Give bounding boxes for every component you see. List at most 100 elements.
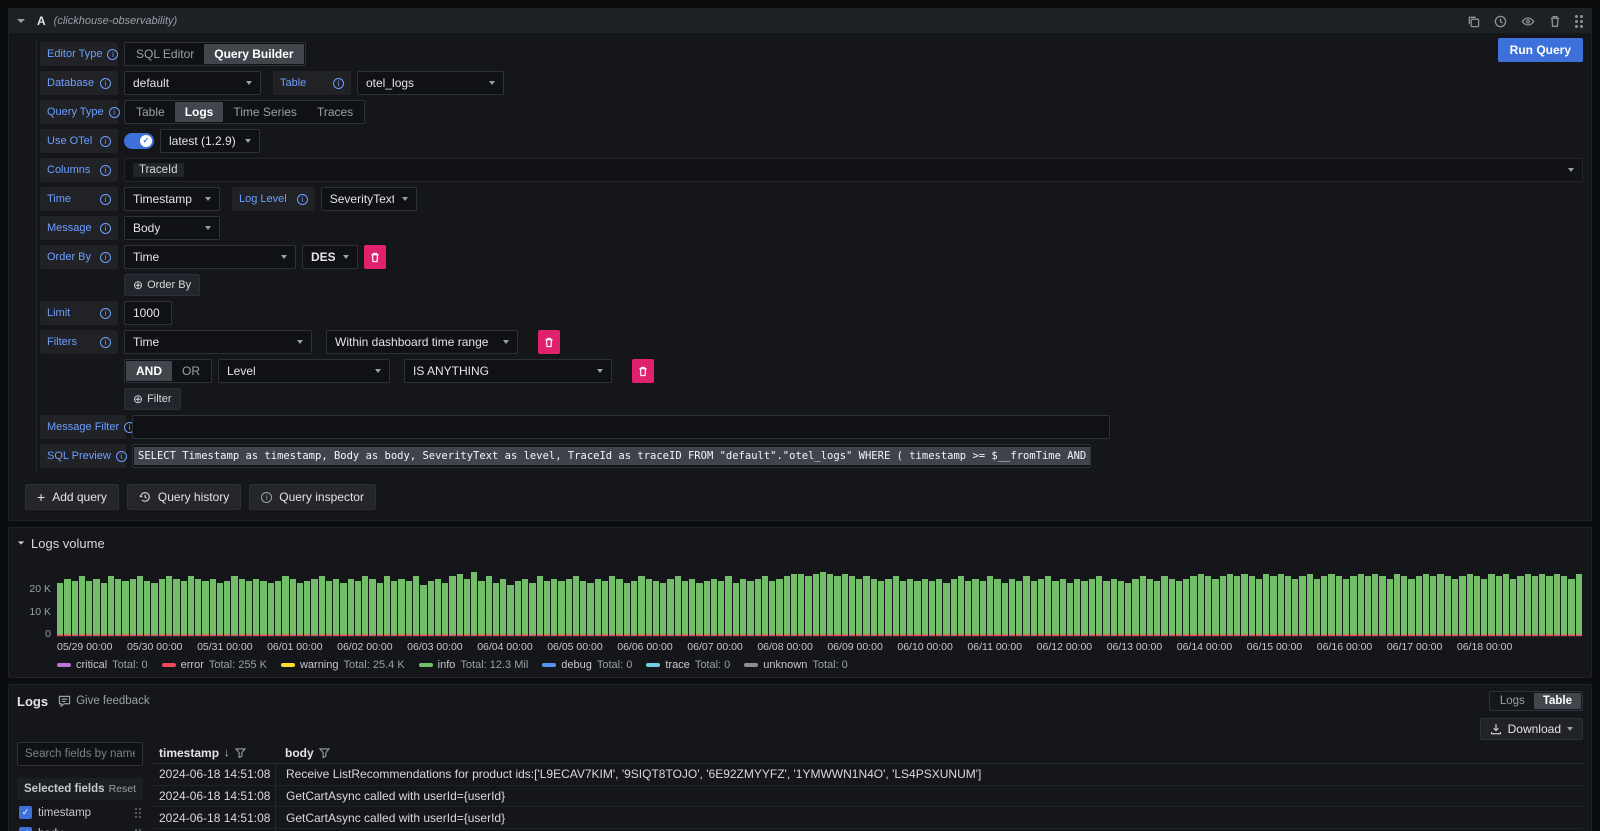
filter-funnel-icon[interactable] [319,748,330,758]
remove-filter-button[interactable] [538,330,560,354]
query-type-logs[interactable]: Logs [175,102,224,122]
legend-item-critical[interactable]: criticalTotal: 0 [57,659,148,671]
logs-volume-header[interactable]: Logs volume [17,533,1583,553]
remove-order-by-button[interactable] [364,245,386,269]
legend-item-unknown[interactable]: unknownTotal: 0 [744,659,848,671]
query-type-table[interactable]: Table [126,102,175,122]
order-by-field-select[interactable]: Time [124,245,296,269]
x-tick-label: 06/09 00:00 [827,641,882,653]
volume-bar [275,581,281,636]
info-icon[interactable]: i [100,223,111,234]
info-icon[interactable]: i [100,136,111,147]
duplicate-query-icon[interactable] [1467,15,1480,28]
table-row[interactable]: 2024-06-18 14:51:08Receive ListRecommend… [153,764,1583,786]
volume-bar [856,579,862,637]
volume-bar [159,579,165,637]
sql-preview-field[interactable]: SELECT Timestamp as timestamp, Body as b… [132,444,1091,468]
run-query-button[interactable]: Run Query [1498,38,1583,62]
message-filter-input[interactable] [132,415,1110,439]
legend-total: Total: 12.3 Mil [460,659,528,671]
order-by-direction-select[interactable]: DESC [302,245,358,269]
field-checkbox[interactable]: ✓ [19,827,32,831]
collapse-query-chevron-icon[interactable] [17,19,25,23]
query-history-icon[interactable] [1494,15,1507,28]
legend-item-debug[interactable]: debugTotal: 0 [542,659,632,671]
info-icon[interactable]: i [333,78,344,89]
limit-input[interactable]: 1000 [124,301,172,325]
filter-field-select[interactable]: Time [124,330,312,354]
volume-bar [725,576,731,636]
info-icon[interactable]: i [100,78,111,89]
database-select[interactable]: default [124,71,261,95]
chevron-down-icon [205,226,211,230]
table-row[interactable]: 2024-06-18 14:51:08GetCartAsync called w… [153,807,1583,829]
info-icon[interactable]: i [116,451,127,462]
drag-handle-icon[interactable] [1575,15,1583,28]
editor-type-sql-editor[interactable]: SQL Editor [126,44,204,64]
view-option-logs[interactable]: Logs [1491,693,1534,709]
field-drag-handle-icon[interactable] [135,808,141,818]
remove-filter2-button[interactable] [632,359,654,383]
table-row[interactable]: 2024-06-18 14:51:08GetCartAsync called w… [153,786,1583,808]
info-icon[interactable]: i [100,308,111,319]
info-icon[interactable]: i [100,337,111,348]
reset-fields-button[interactable]: Reset [109,783,136,795]
add-query-button[interactable]: + Add query [25,484,119,510]
legend-item-warning[interactable]: warningTotal: 25.4 K [281,659,405,671]
search-fields-input[interactable] [17,742,143,766]
view-option-table[interactable]: Table [1534,693,1581,709]
info-icon[interactable]: i [100,194,111,205]
filter-operator-select[interactable]: Within dashboard time range [326,330,518,354]
otel-version-select[interactable]: latest (1.2.9) [160,129,260,153]
volume-bar [893,576,899,636]
query-history-button[interactable]: Query history [127,484,241,510]
table-select[interactable]: otel_logs [357,71,504,95]
message-column-select[interactable]: Body [124,216,220,240]
legend-item-trace[interactable]: traceTotal: 0 [646,659,730,671]
query-type-traces[interactable]: Traces [307,102,363,122]
time-column-select[interactable]: Timestamp [124,187,220,211]
query-type-time-series[interactable]: Time Series [223,102,307,122]
conjunction-and[interactable]: AND [126,361,172,381]
toggle-visibility-icon[interactable] [1521,15,1535,28]
volume-bar [282,576,288,636]
add-order-by-button[interactable]: ⊕ Order By [124,274,200,296]
filter2-operator-select[interactable]: IS ANYTHING [404,359,612,383]
volume-bar [1249,576,1255,636]
editor-type-query-builder[interactable]: Query Builder [204,44,303,64]
columns-multiselect[interactable]: TraceId [124,158,1583,182]
add-filter-button[interactable]: ⊕ Filter [124,388,181,410]
info-icon[interactable]: i [109,107,120,118]
trash-icon [370,252,380,263]
legend-item-info[interactable]: infoTotal: 12.3 Mil [419,659,529,671]
legend-item-error[interactable]: errorTotal: 255 K [162,659,267,671]
query-row-header[interactable]: A (clickhouse-observability) [9,9,1591,33]
timestamp-column-header[interactable]: timestamp ↓ [153,746,275,760]
log-level-select[interactable]: SeverityText [321,187,417,211]
sort-desc-icon[interactable]: ↓ [224,747,230,759]
query-inspector-button[interactable]: i Query inspector [249,484,376,510]
volume-bar [863,576,869,636]
volume-bar [1467,574,1473,636]
dashboard-page: A (clickhouse-observability) Run Query [0,0,1600,831]
logs-table: timestamp ↓ body 2024-06-18 14:51:08Rece… [153,742,1583,831]
body-column-header[interactable]: body [275,746,1583,760]
collapse-panel-chevron-icon[interactable] [18,541,24,544]
remove-query-icon[interactable] [1549,15,1561,28]
x-tick-label: 06/06 00:00 [617,641,672,653]
info-icon[interactable]: i [100,252,111,263]
y-tick-0: 0 [45,628,57,640]
column-tag[interactable]: TraceId [133,163,184,177]
conjunction-or[interactable]: OR [172,361,210,381]
volume-bar [1328,574,1334,636]
field-checkbox[interactable]: ✓ [19,806,32,819]
info-icon[interactable]: i [107,49,118,60]
download-button[interactable]: Download [1480,718,1583,740]
info-icon[interactable]: i [100,165,111,176]
give-feedback-button[interactable]: Give feedback [58,695,150,707]
info-icon[interactable]: i [297,194,308,205]
filter-funnel-icon[interactable] [235,748,246,758]
use-otel-toggle[interactable]: ✓ [124,133,154,149]
filter2-field-select[interactable]: Level [218,359,390,383]
volume-bar [478,581,484,636]
